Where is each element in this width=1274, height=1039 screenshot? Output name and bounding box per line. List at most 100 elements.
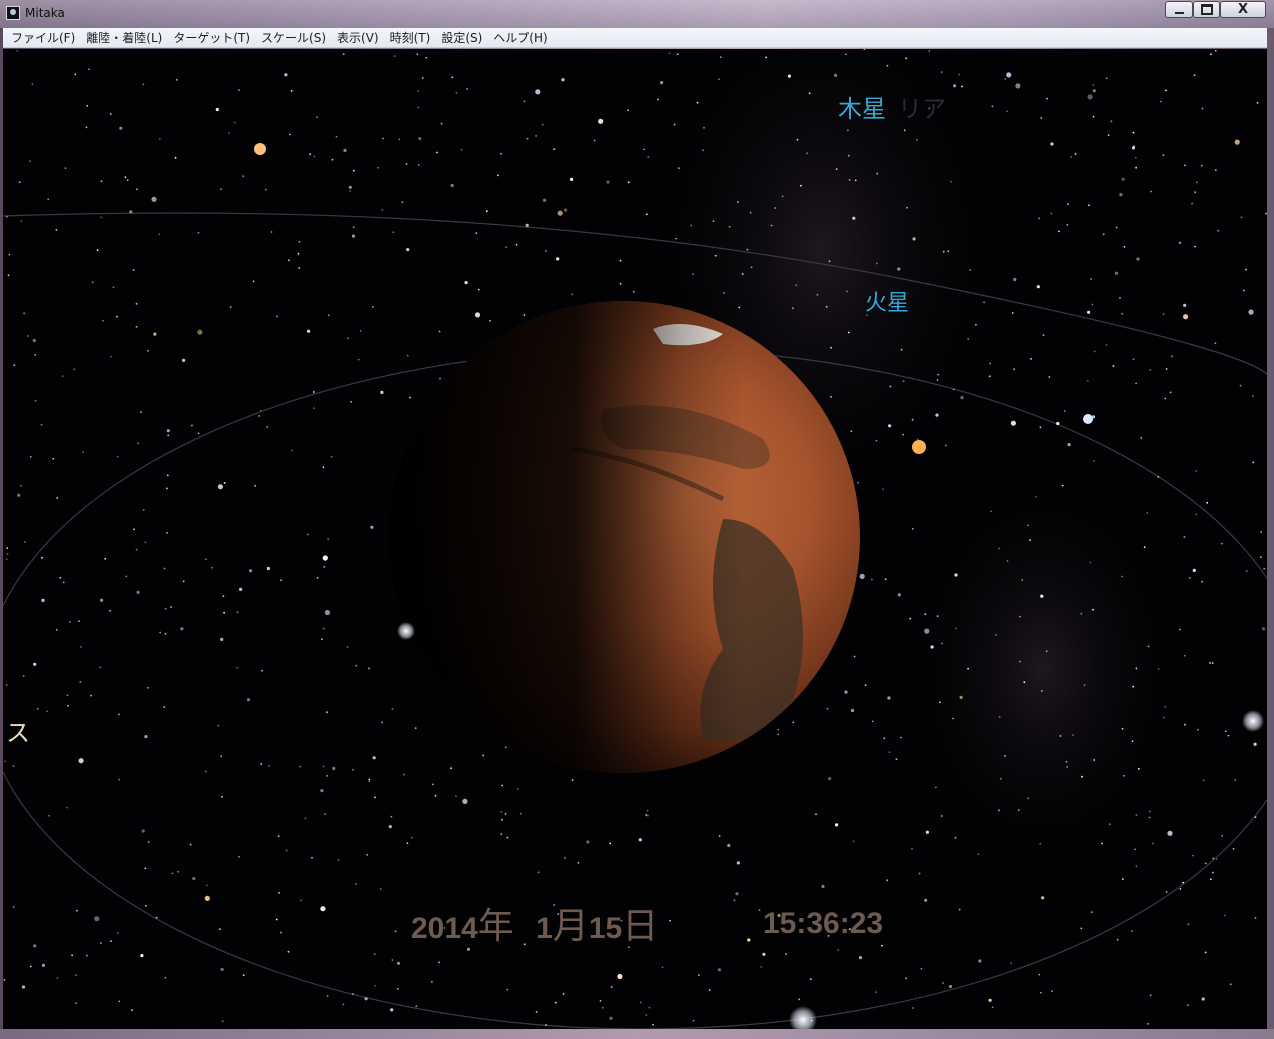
star (988, 998, 992, 1002)
star (915, 138, 918, 141)
star (1234, 779, 1237, 781)
star (238, 856, 240, 858)
star (1211, 662, 1214, 664)
star (516, 788, 519, 790)
star (372, 306, 374, 308)
menu-help[interactable]: ヘルプ(H) (489, 29, 554, 46)
space-viewport[interactable]: 木星 リア 火星 ス 2014年 1月15日 15:36:23 (3, 49, 1267, 1029)
title-bar[interactable]: Mitaka X (0, 0, 1274, 28)
star (953, 84, 957, 88)
star (909, 617, 912, 620)
star (144, 735, 148, 739)
star (431, 783, 434, 786)
star (668, 52, 671, 55)
star (6, 215, 8, 218)
star (374, 796, 376, 799)
star (727, 843, 731, 848)
star (675, 237, 678, 240)
star (1136, 257, 1140, 261)
star (924, 613, 927, 616)
star (313, 391, 315, 393)
bright-star (1242, 710, 1264, 732)
star (881, 944, 883, 947)
star (220, 637, 224, 642)
star (1202, 779, 1205, 782)
star (638, 838, 642, 842)
star (1038, 973, 1041, 976)
star (352, 993, 354, 995)
menu-view[interactable]: 表示(V) (333, 29, 386, 46)
star (857, 481, 859, 484)
star (875, 262, 878, 265)
star (242, 175, 245, 178)
star (571, 779, 574, 782)
star (323, 566, 326, 568)
star (221, 795, 224, 798)
star (218, 928, 221, 930)
star (236, 611, 239, 614)
star (1162, 154, 1165, 157)
star (252, 280, 255, 283)
star (1061, 484, 1064, 487)
star (355, 664, 358, 667)
star (787, 74, 792, 78)
menu-settings[interactable]: 設定(S) (437, 29, 489, 46)
label-jupiter[interactable]: 木星 (838, 89, 886, 124)
star (911, 528, 914, 530)
star (808, 92, 811, 95)
orange-star (912, 440, 926, 454)
star (174, 156, 177, 159)
star (332, 766, 336, 771)
star (394, 930, 397, 933)
star (850, 708, 855, 713)
star (1015, 83, 1021, 89)
maximize-button[interactable] (1193, 1, 1220, 18)
star (1184, 164, 1186, 167)
menu-scale[interactable]: スケール(S) (257, 29, 333, 46)
star (1179, 888, 1182, 890)
star (215, 107, 219, 112)
menu-target[interactable]: ターゲット(T) (169, 29, 257, 46)
star (515, 243, 518, 246)
star (166, 532, 168, 534)
star (403, 773, 405, 776)
star (1041, 896, 1045, 900)
star (109, 609, 111, 612)
menu-time[interactable]: 時刻(T) (386, 29, 438, 46)
star (991, 1006, 994, 1009)
star (535, 89, 541, 95)
star (500, 152, 502, 155)
star (79, 681, 82, 683)
mitaka-app-icon[interactable] (6, 6, 20, 20)
star (1092, 84, 1095, 86)
star (246, 698, 251, 702)
star (1195, 513, 1198, 516)
star (905, 57, 907, 60)
star (886, 879, 889, 882)
star (858, 956, 863, 960)
star (924, 898, 928, 902)
blue-star (1083, 414, 1093, 424)
star (1164, 705, 1167, 708)
star (12, 906, 15, 908)
star (410, 836, 413, 839)
star (609, 842, 612, 845)
star (191, 424, 193, 427)
label-mars[interactable]: 火星 (865, 285, 909, 317)
star (311, 856, 313, 859)
star (717, 968, 722, 972)
minimize-button[interactable] (1165, 1, 1193, 18)
star (998, 809, 1000, 812)
menu-takeoff-landing[interactable]: 離陸・着陸(L) (82, 29, 169, 46)
menu-file[interactable]: ファイル(F) (7, 29, 82, 46)
star (1090, 911, 1093, 913)
star (564, 208, 568, 212)
star (1204, 862, 1207, 865)
close-button[interactable]: X (1220, 1, 1266, 18)
star (431, 981, 433, 983)
star (451, 76, 454, 79)
star (902, 433, 905, 436)
star (800, 184, 802, 187)
star (1165, 89, 1167, 92)
star (1121, 575, 1123, 578)
